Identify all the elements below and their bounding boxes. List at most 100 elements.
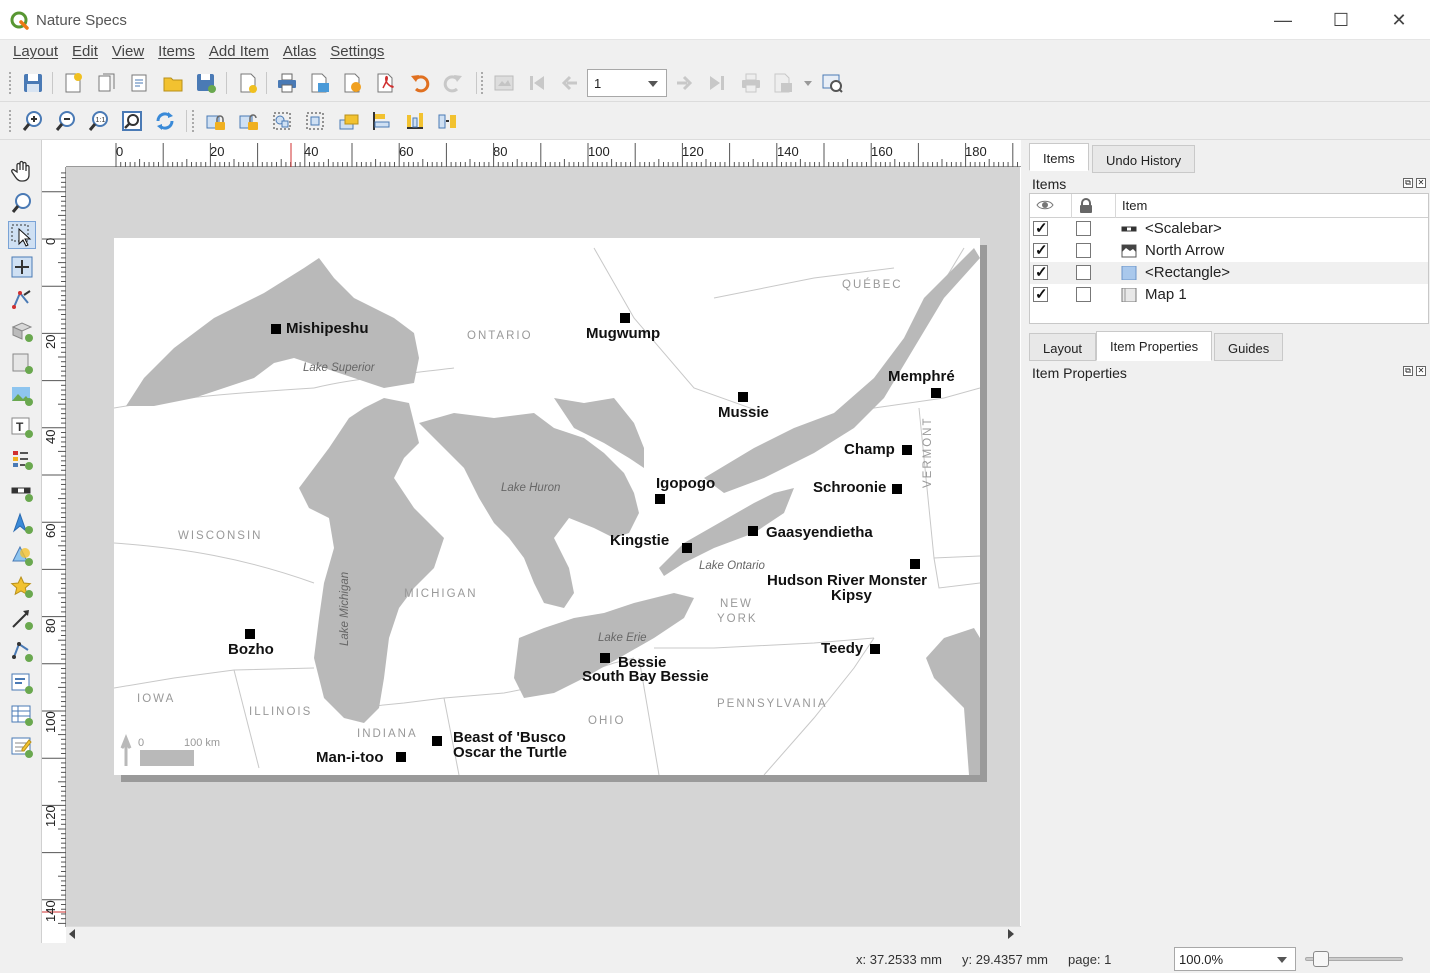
visibility-checkbox[interactable] — [1033, 219, 1048, 237]
item-row-north-arrow[interactable]: North Arrow — [1030, 240, 1428, 262]
layout-page[interactable]: ONTARIO QUÉBEC WISCONSIN MICHIGAN IOWA I… — [114, 238, 980, 775]
print-icon[interactable] — [274, 70, 300, 96]
layout-manager-icon[interactable] — [127, 70, 153, 96]
items-tree[interactable]: Item <Scalebar> North Arrow <Rectangle> … — [1029, 193, 1429, 324]
add-label-icon[interactable]: T — [8, 413, 36, 441]
atlas-page-select[interactable]: 1 — [587, 69, 667, 97]
horizontal-ruler[interactable]: 0 20 40 60 80 100 120 140 160 180 — [66, 143, 1021, 167]
tab-items[interactable]: Items — [1029, 143, 1089, 171]
tab-undo-history[interactable]: Undo History — [1092, 145, 1196, 173]
float-panel-icon[interactable]: ⧉ — [1403, 366, 1413, 376]
zoom-out-icon[interactable] — [53, 108, 79, 134]
add-arrow-icon[interactable] — [8, 605, 36, 633]
atlas-settings-icon[interactable] — [819, 70, 845, 96]
align-items-icon[interactable] — [369, 108, 395, 134]
item-row-rectangle[interactable]: <Rectangle> — [1030, 262, 1428, 284]
add-scalebar-icon[interactable] — [8, 477, 36, 505]
new-page-icon[interactable] — [235, 70, 261, 96]
save-icon[interactable] — [20, 70, 46, 96]
new-layout-icon[interactable] — [60, 70, 86, 96]
export-atlas-dropdown[interactable] — [771, 70, 815, 96]
float-panel-icon[interactable]: ⧉ — [1403, 178, 1413, 188]
zoom-in-icon[interactable] — [20, 108, 46, 134]
add-attribute-table-icon[interactable] — [8, 701, 36, 729]
close-panel-icon[interactable]: ✕ — [1416, 178, 1426, 188]
ungroup-items-icon[interactable] — [302, 108, 328, 134]
lock-column-header[interactable] — [1072, 194, 1116, 218]
first-feature-icon[interactable] — [524, 70, 550, 96]
close-panel-icon[interactable]: ✕ — [1416, 366, 1426, 376]
visibility-checkbox[interactable] — [1033, 285, 1048, 303]
distribute-items-icon[interactable] — [402, 108, 428, 134]
add-map-icon[interactable] — [8, 349, 36, 377]
move-content-icon[interactable] — [8, 253, 36, 281]
tab-item-properties[interactable]: Item Properties — [1096, 331, 1213, 361]
raise-items-icon[interactable] — [336, 108, 362, 134]
menu-add-item[interactable]: Add Item — [202, 40, 276, 64]
zoom-full-icon[interactable] — [119, 108, 145, 134]
lock-checkbox[interactable] — [1076, 265, 1091, 280]
zoom-level-select[interactable]: 100.0% — [1174, 947, 1296, 971]
group-items-icon[interactable] — [269, 108, 295, 134]
add-legend-icon[interactable] — [8, 445, 36, 473]
map-item[interactable] — [114, 238, 980, 775]
add-north-arrow-icon[interactable] — [8, 509, 36, 537]
item-column-header[interactable]: Item — [1116, 194, 1428, 218]
add-marker-icon[interactable] — [8, 573, 36, 601]
add-html-icon[interactable] — [8, 669, 36, 697]
next-feature-icon[interactable] — [671, 70, 697, 96]
vertical-ruler[interactable]: 0 20 40 60 80 100 120 140 — [42, 167, 66, 927]
export-image-icon[interactable] — [307, 70, 333, 96]
tab-layout[interactable]: Layout — [1029, 333, 1097, 361]
lock-checkbox[interactable] — [1076, 221, 1091, 236]
open-template-icon[interactable] — [160, 70, 186, 96]
horizontal-scrollbar[interactable] — [66, 926, 1021, 943]
previous-feature-icon[interactable] — [557, 70, 583, 96]
pan-icon[interactable] — [8, 157, 36, 185]
visibility-column-header[interactable] — [1030, 194, 1072, 218]
refresh-icon[interactable] — [152, 108, 178, 134]
select-move-icon[interactable] — [8, 221, 36, 249]
export-pdf-icon[interactable] — [373, 70, 399, 96]
tab-guides[interactable]: Guides — [1214, 333, 1284, 361]
item-row-map-1[interactable]: Map 1 — [1030, 284, 1428, 306]
close-button[interactable]: ✕ — [1370, 0, 1428, 40]
duplicate-layout-icon[interactable] — [94, 70, 120, 96]
zoom-actual-icon[interactable]: 1:1 — [86, 108, 112, 134]
zoom-slider-handle[interactable] — [1313, 951, 1329, 967]
print-atlas-icon[interactable] — [738, 70, 764, 96]
menu-settings[interactable]: Settings — [323, 40, 391, 64]
item-row-scalebar[interactable]: <Scalebar> — [1030, 218, 1428, 240]
add-shape-icon[interactable] — [8, 541, 36, 569]
maximize-button[interactable]: ☐ — [1312, 0, 1370, 40]
atlas-preview-icon[interactable] — [491, 70, 517, 96]
add-fixed-table-icon[interactable] — [8, 733, 36, 761]
edit-nodes-icon[interactable] — [8, 285, 36, 313]
menu-edit[interactable]: Edit — [65, 40, 105, 64]
redo-icon[interactable] — [440, 70, 466, 96]
minimize-button[interactable]: — — [1254, 0, 1312, 40]
lock-checkbox[interactable] — [1076, 287, 1091, 302]
map-marker — [271, 324, 281, 334]
unlock-items-icon[interactable] — [236, 108, 262, 134]
last-feature-icon[interactable] — [704, 70, 730, 96]
add-3d-map-icon[interactable] — [8, 317, 36, 345]
resize-items-icon[interactable] — [435, 108, 461, 134]
visibility-checkbox[interactable] — [1033, 241, 1048, 259]
scroll-right-icon[interactable] — [1008, 929, 1014, 939]
add-picture-icon[interactable] — [8, 381, 36, 409]
menu-view[interactable]: View — [105, 40, 151, 64]
save-as-template-icon[interactable] — [193, 70, 219, 96]
menu-items[interactable]: Items — [151, 40, 202, 64]
export-svg-icon[interactable] — [340, 70, 366, 96]
scroll-left-icon[interactable] — [69, 929, 75, 939]
zoom-tool-icon[interactable] — [8, 189, 36, 217]
visibility-checkbox[interactable] — [1033, 263, 1048, 281]
toolbar-grip[interactable] — [9, 72, 12, 94]
menu-layout[interactable]: Layout — [6, 40, 65, 64]
lock-checkbox[interactable] — [1076, 243, 1091, 258]
add-nodes-icon[interactable] — [8, 637, 36, 665]
lock-items-icon[interactable] — [203, 108, 229, 134]
undo-icon[interactable] — [407, 70, 433, 96]
menu-atlas[interactable]: Atlas — [276, 40, 323, 64]
